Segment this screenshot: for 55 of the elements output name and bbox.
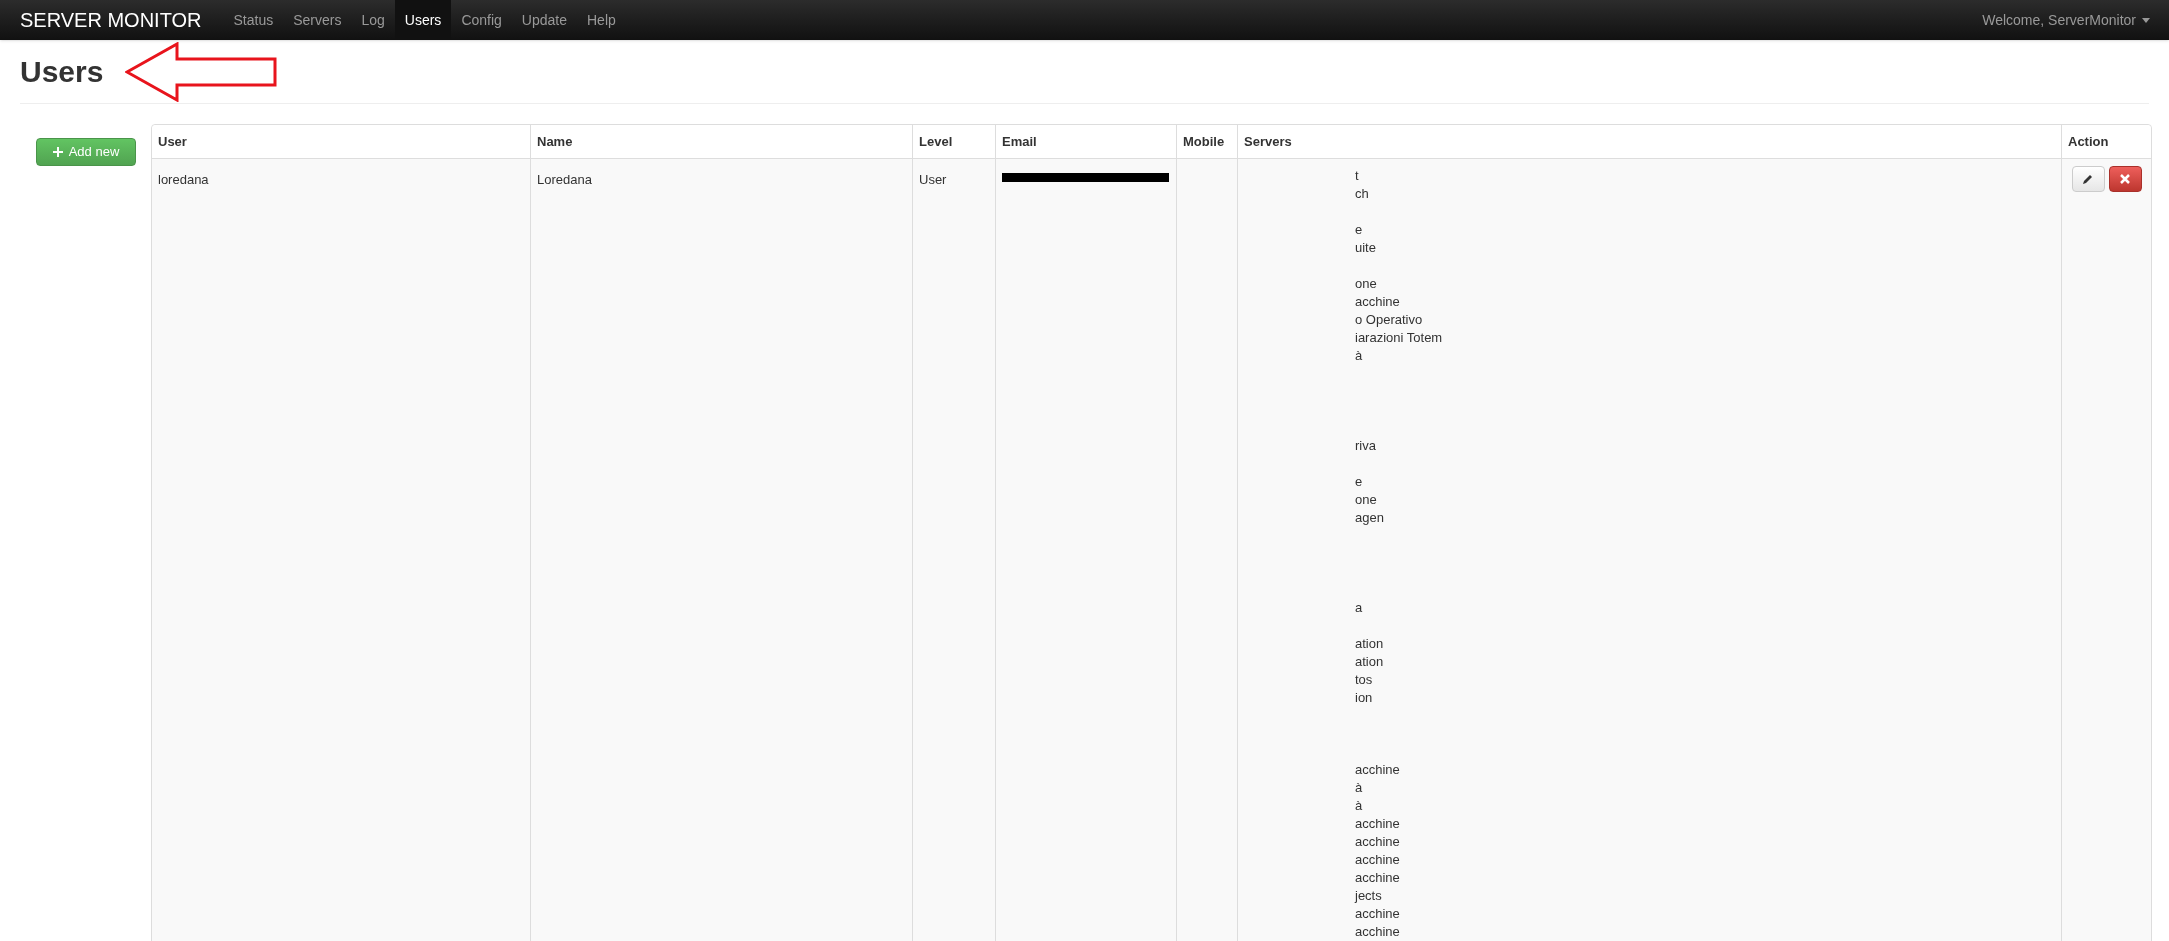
page-title: Users — [20, 54, 104, 90]
server-name: e — [1355, 473, 1363, 491]
server-name: acchine — [1355, 923, 1400, 941]
column-header: Level — [919, 132, 953, 151]
column-header: User — [158, 132, 187, 151]
nav-tab[interactable]: Log — [351, 0, 395, 40]
column-header: Name — [537, 132, 573, 151]
server-name: e — [1355, 221, 1363, 239]
delete-button[interactable] — [2108, 166, 2142, 192]
pencil-icon — [2082, 173, 2094, 185]
server-name: jects — [1355, 887, 1382, 905]
server-name: ion — [1355, 689, 1373, 707]
column-header: Action — [2068, 132, 2109, 151]
server-name: acchine — [1355, 815, 1400, 833]
column-header: Mobile — [1183, 132, 1225, 151]
nav-tab[interactable]: Update — [511, 0, 577, 40]
table-cell: loredana — [158, 172, 209, 187]
arrow-annotation-icon — [125, 42, 277, 102]
close-icon — [2120, 174, 2130, 184]
server-name: acchine — [1355, 851, 1400, 869]
server-name: à — [1355, 779, 1363, 797]
server-name: ation — [1355, 635, 1384, 653]
server-name: à — [1355, 347, 1363, 365]
server-name: iarazioni Totem — [1355, 329, 1443, 347]
server-name: one — [1355, 275, 1377, 293]
nav-tab[interactable]: Status — [223, 0, 284, 40]
brand[interactable]: SERVER MONITOR — [20, 5, 202, 35]
nav-tab[interactable]: Servers — [283, 0, 352, 40]
server-name: acchine — [1355, 905, 1400, 923]
nav-tab[interactable]: Users — [394, 0, 452, 40]
user-menu[interactable]: Welcome, ServerMonitor — [1982, 9, 2150, 31]
server-name: a — [1355, 599, 1363, 617]
server-name: acchine — [1355, 833, 1400, 851]
server-name: acchine — [1355, 293, 1400, 311]
nav-tab[interactable]: Help — [577, 0, 626, 40]
edit-button[interactable] — [2071, 166, 2105, 192]
server-name: acchine — [1355, 869, 1400, 887]
server-name: one — [1355, 491, 1377, 509]
server-name: tos — [1355, 671, 1373, 689]
server-name: ation — [1355, 653, 1384, 671]
server-name: à — [1355, 797, 1363, 815]
table-cell: User — [919, 172, 947, 187]
server-name: acchine — [1355, 761, 1400, 779]
server-name: o Operativo — [1355, 311, 1423, 329]
nav-tab[interactable]: Config — [451, 0, 512, 40]
plus-icon — [52, 147, 63, 157]
caret-icon — [2142, 17, 2150, 23]
server-name: ch — [1355, 185, 1369, 203]
server-name: t — [1355, 167, 1359, 185]
server-name: riva — [1355, 437, 1376, 455]
server-name: uite — [1355, 239, 1376, 257]
column-header: Servers — [1244, 132, 1292, 151]
server-name: agen — [1355, 509, 1384, 527]
table-cell: Loredana — [537, 172, 592, 187]
column-header: Email — [1002, 132, 1037, 151]
